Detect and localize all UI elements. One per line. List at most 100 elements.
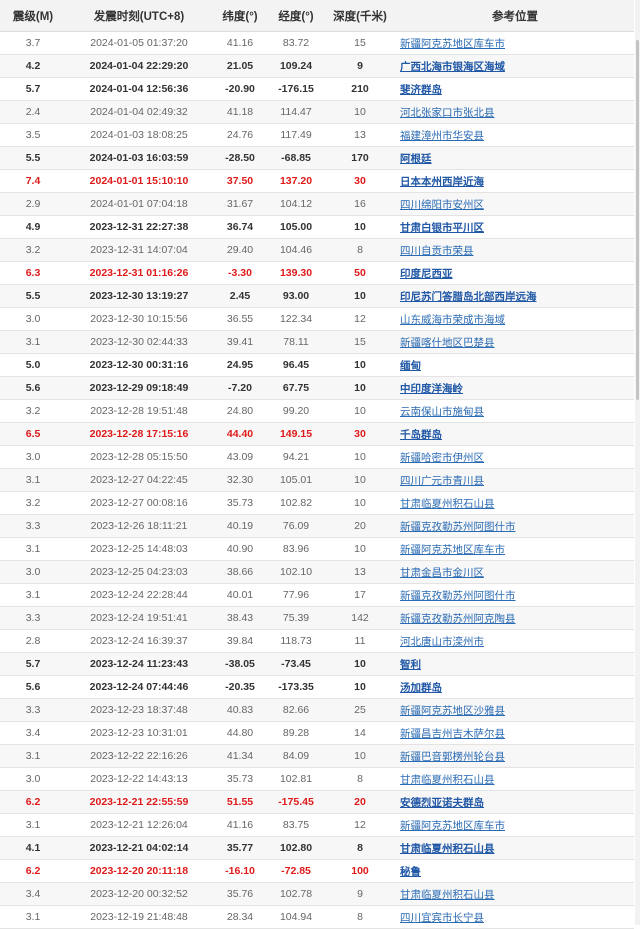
- latitude-cell: 2.45: [212, 284, 268, 308]
- location-link[interactable]: 安德烈亚诺夫群岛: [400, 797, 484, 809]
- location-link[interactable]: 河北张家口市张北县: [400, 107, 495, 119]
- depth-cell: 30: [324, 422, 396, 446]
- location-link[interactable]: 甘肃临夏州积石山县: [400, 843, 495, 855]
- location-cell: 甘肃金昌市金川区: [396, 560, 634, 584]
- table-row: 3.0 2023-12-22 14:43:13 35.73 102.81 8 甘肃临夏州积…: [0, 767, 634, 791]
- location-cell: 甘肃临夏州积石山县: [396, 882, 634, 906]
- location-link[interactable]: 甘肃临夏州积石山县: [400, 498, 495, 510]
- scrollbar-thumb[interactable]: [636, 40, 639, 400]
- depth-cell: 30: [324, 169, 396, 193]
- location-link[interactable]: 缅甸: [400, 360, 421, 372]
- depth-cell: 10: [324, 376, 396, 400]
- header-location: 参考位置: [396, 0, 634, 32]
- location-link[interactable]: 汤加群岛: [400, 682, 442, 694]
- latitude-cell: 39.41: [212, 330, 268, 354]
- location-link[interactable]: 智利: [400, 659, 421, 671]
- location-link[interactable]: 新疆喀什地区巴楚县: [400, 337, 495, 349]
- location-link[interactable]: 新疆阿克苏地区库车市: [400, 38, 505, 50]
- location-link[interactable]: 广西北海市银海区海域: [400, 61, 505, 73]
- magnitude-cell: 3.1: [0, 468, 66, 492]
- location-cell: 广西北海市银海区海域: [396, 54, 634, 78]
- time-cell: 2023-12-21 04:02:14: [66, 836, 212, 860]
- location-link[interactable]: 新疆巴音郭楞州轮台县: [400, 751, 505, 763]
- location-link[interactable]: 千岛群岛: [400, 429, 442, 441]
- latitude-cell: 35.77: [212, 836, 268, 860]
- longitude-cell: 78.11: [268, 330, 324, 354]
- depth-cell: 20: [324, 790, 396, 814]
- location-link[interactable]: 新疆哈密市伊州区: [400, 452, 484, 464]
- time-cell: 2023-12-19 21:48:48: [66, 905, 212, 929]
- location-link[interactable]: 秘鲁: [400, 866, 421, 878]
- location-link[interactable]: 云南保山市施甸县: [400, 406, 484, 418]
- location-link[interactable]: 新疆昌吉州吉木萨尔县: [400, 728, 505, 740]
- longitude-cell: 102.78: [268, 882, 324, 906]
- header-longitude: 经度(°): [268, 0, 324, 32]
- table-row: 5.5 2024-01-03 16:03:59 -28.50 -68.85 170 阿根廷: [0, 146, 634, 170]
- location-link[interactable]: 新疆阿克苏地区库车市: [400, 544, 505, 556]
- location-link[interactable]: 河北唐山市滦州市: [400, 636, 484, 648]
- location-cell: 山东威海市荣成市海域: [396, 307, 634, 331]
- time-cell: 2023-12-31 01:16:26: [66, 261, 212, 285]
- depth-cell: 170: [324, 146, 396, 170]
- vertical-scrollbar[interactable]: [635, 0, 640, 925]
- longitude-cell: 109.24: [268, 54, 324, 78]
- longitude-cell: 149.15: [268, 422, 324, 446]
- location-link[interactable]: 新疆阿克苏地区库车市: [400, 820, 505, 832]
- longitude-cell: -68.85: [268, 146, 324, 170]
- magnitude-cell: 7.4: [0, 169, 66, 193]
- location-cell: 甘肃白银市平川区: [396, 215, 634, 239]
- location-link[interactable]: 日本本州西岸近海: [400, 176, 484, 188]
- magnitude-cell: 3.2: [0, 238, 66, 262]
- table-row: 6.2 2023-12-21 22:55:59 51.55 -175.45 20 安德烈亚…: [0, 790, 634, 814]
- magnitude-cell: 4.9: [0, 215, 66, 239]
- location-link[interactable]: 四川广元市青川县: [400, 475, 484, 487]
- time-cell: 2023-12-30 00:31:16: [66, 353, 212, 377]
- depth-cell: 142: [324, 606, 396, 630]
- magnitude-cell: 3.4: [0, 721, 66, 745]
- location-link[interactable]: 甘肃临夏州积石山县: [400, 774, 495, 786]
- location-cell: 安德烈亚诺夫群岛: [396, 790, 634, 814]
- time-cell: 2023-12-28 17:15:16: [66, 422, 212, 446]
- longitude-cell: 94.21: [268, 445, 324, 469]
- location-link[interactable]: 新疆阿克苏地区沙雅县: [400, 705, 505, 717]
- location-link[interactable]: 中印度洋海岭: [400, 383, 463, 395]
- location-link[interactable]: 福建漳州市华安县: [400, 130, 484, 142]
- latitude-cell: 39.84: [212, 629, 268, 653]
- location-link[interactable]: 甘肃临夏州积石山县: [400, 889, 495, 901]
- depth-cell: 10: [324, 652, 396, 676]
- location-cell: 新疆巴音郭楞州轮台县: [396, 744, 634, 768]
- location-cell: 新疆昌吉州吉木萨尔县: [396, 721, 634, 745]
- location-link[interactable]: 四川绵阳市安州区: [400, 199, 484, 211]
- location-link[interactable]: 印度尼西亚: [400, 268, 453, 280]
- location-link[interactable]: 阿根廷: [400, 153, 432, 165]
- table-row: 3.1 2023-12-30 02:44:33 39.41 78.11 15 新疆喀什地区…: [0, 330, 634, 354]
- table-body: 3.7 2024-01-05 01:37:20 41.16 83.72 15 新疆阿克苏地…: [0, 31, 634, 929]
- time-cell: 2023-12-25 14:48:03: [66, 537, 212, 561]
- time-cell: 2023-12-31 14:07:04: [66, 238, 212, 262]
- location-link[interactable]: 甘肃白银市平川区: [400, 222, 484, 234]
- location-link[interactable]: 新疆克孜勒苏州阿图什市: [400, 521, 516, 533]
- depth-cell: 13: [324, 123, 396, 147]
- latitude-cell: -38.05: [212, 652, 268, 676]
- magnitude-cell: 5.5: [0, 284, 66, 308]
- latitude-cell: 41.34: [212, 744, 268, 768]
- location-link[interactable]: 斐济群岛: [400, 84, 442, 96]
- latitude-cell: 36.55: [212, 307, 268, 331]
- latitude-cell: -20.90: [212, 77, 268, 101]
- location-link[interactable]: 甘肃金昌市金川区: [400, 567, 484, 579]
- longitude-cell: -173.35: [268, 675, 324, 699]
- location-link[interactable]: 印尼苏门答腊岛北部西岸远海: [400, 291, 537, 303]
- location-link[interactable]: 四川宜宾市长宁县: [400, 912, 484, 924]
- location-cell: 甘肃临夏州积石山县: [396, 836, 634, 860]
- location-link[interactable]: 四川自贡市荣县: [400, 245, 474, 257]
- location-link[interactable]: 山东威海市荣成市海域: [400, 314, 505, 326]
- table-row: 3.1 2023-12-27 04:22:45 32.30 105.01 10 四川广元市…: [0, 468, 634, 492]
- depth-cell: 17: [324, 583, 396, 607]
- latitude-cell: 41.18: [212, 100, 268, 124]
- location-link[interactable]: 新疆克孜勒苏州阿图什市: [400, 590, 516, 602]
- header-depth: 深度(千米): [324, 0, 396, 32]
- location-link[interactable]: 新疆克孜勒苏州阿克陶县: [400, 613, 516, 625]
- latitude-cell: 24.95: [212, 353, 268, 377]
- magnitude-cell: 4.2: [0, 54, 66, 78]
- latitude-cell: -16.10: [212, 859, 268, 883]
